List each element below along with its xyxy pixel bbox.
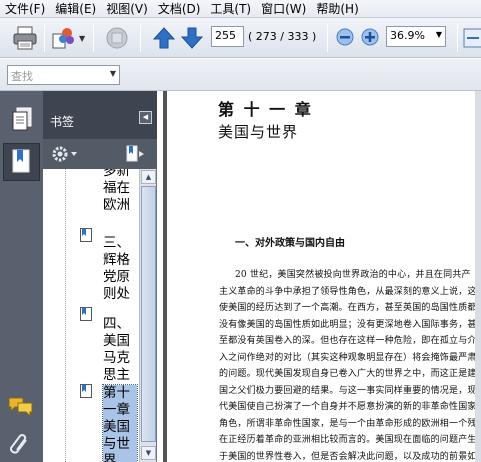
- paragraph-line: 国之父们极力要回避的结果。与这一事实同样重要的情况是，现: [219, 385, 477, 396]
- print-icon[interactable]: [12, 25, 38, 51]
- menu-view[interactable]: 视图(V): [101, 0, 153, 18]
- bookmark-label: 多新福在欧洲: [103, 169, 130, 213]
- main-toolbar: ▼ 255 ( 273 / 333 ) 36.9% ▼: [0, 18, 481, 58]
- bookmark-tree: 多新福在欧洲 三、辉格党原则处 四、美国马克思主 第十一章美国与世界: [43, 169, 139, 462]
- zoom-value: 36.9%: [390, 29, 425, 42]
- arrow-down-icon[interactable]: [180, 26, 204, 50]
- find-toolbar: 查找 ▼: [0, 59, 481, 91]
- bookmarks-tab[interactable]: [3, 143, 40, 181]
- collaborate-dropdown-icon[interactable]: ▼: [79, 34, 85, 43]
- chapter-subtitle: 美国与世界: [218, 123, 299, 141]
- paragraph-line: 的问题。现代美国发现自身已卷入广大的世界之中，而这正是建: [219, 369, 477, 379]
- paragraph-line: 角色，所谓非革命性国家，是与一个由革命形成的欧洲相一个残: [219, 418, 477, 429]
- paragraph-line: 主义革命的斗争中承担了领导性角色，从最深刻的意义上说，这: [219, 286, 477, 297]
- bookmark-label: 三、辉格党原则处: [103, 235, 130, 302]
- panel-toolbar: [43, 139, 157, 169]
- bookmark-label: 四、美国马克思主: [103, 316, 130, 383]
- paragraph-line: 在正经历着革命的亚洲相比较而言的。美国现在面临的问题产生: [219, 435, 477, 445]
- chevron-down-icon: ▼: [435, 30, 442, 39]
- section-heading: 一、对外政策与国内自由: [235, 238, 345, 249]
- scroll-down-button[interactable]: ▼: [141, 446, 156, 460]
- paragraph-line: 至都没有英国卷入的深。但也存在这样一种危险，即在孤立与介: [219, 336, 477, 346]
- zoom-select[interactable]: 36.9% ▼: [386, 26, 446, 47]
- tree-line: [65, 169, 66, 462]
- bookmark-icon: [80, 307, 92, 321]
- scroll-up-button[interactable]: ▲: [141, 170, 156, 184]
- page-shadow: [163, 91, 167, 462]
- bookmark-icon: [80, 228, 92, 242]
- panel-title: 书签: [50, 115, 75, 129]
- navigation-strip: [0, 91, 43, 462]
- menu-bar: 文件(F) 编辑(E) 视图(V) 文档(D) 工具(T) 窗口(W) 帮助(H…: [0, 0, 481, 18]
- bookmark-label: 第十一章美国与世界: [102, 384, 138, 462]
- comments-icon[interactable]: [6, 392, 37, 422]
- paragraph-line: 于美国的世界性卷入，但是否会解决此问题，以及成功的前景如: [219, 451, 477, 462]
- find-placeholder: 查找: [11, 70, 33, 83]
- collaborate-icon[interactable]: [50, 25, 76, 51]
- collapse-panel-button[interactable]: ◀: [139, 111, 152, 124]
- arrow-up-icon[interactable]: [152, 26, 176, 50]
- scroll-thumb[interactable]: [141, 186, 156, 442]
- menu-document[interactable]: 文档(D): [153, 0, 206, 18]
- bookmark-panel-icon: [12, 149, 30, 173]
- expand-bookmark-icon[interactable]: [125, 144, 147, 164]
- chapter-title: 第 十 一 章: [218, 100, 313, 119]
- paragraph-line: 20 世纪，美国突然被投向世界政治的中心，并且在同共产: [235, 270, 471, 280]
- find-input[interactable]: 查找 ▼: [7, 65, 120, 85]
- menu-help[interactable]: 帮助(H): [311, 0, 363, 18]
- menu-file[interactable]: 文件(F): [0, 0, 50, 18]
- paragraph-line: 使美国的经历达到了一个高潮。在西方，甚至英国的岛国性质都: [219, 303, 477, 313]
- fit-width-icon[interactable]: [463, 27, 481, 49]
- gear-icon[interactable]: [51, 145, 79, 163]
- bookmark-scrollbar[interactable]: ▲ ▼: [139, 169, 156, 462]
- review-icon: [106, 27, 128, 49]
- paragraph-line: 没有像美国的岛国性质如此明显；没有更深地卷入国际事务，甚: [219, 319, 477, 330]
- pages-icon[interactable]: [6, 105, 37, 135]
- page-count: ( 273 / 333 ): [248, 30, 317, 43]
- paperclip-icon[interactable]: [6, 432, 37, 462]
- document-view[interactable]: 第 十 一 章 美国与世界 一、对外政策与国内自由 20 世纪，美国突然被投向世…: [157, 91, 481, 462]
- paragraph-line: 代美国使自己扮演了一个自身并不愿意扮演的新的非革命性国家: [219, 402, 477, 412]
- zoom-out-icon[interactable]: [336, 28, 354, 46]
- panel-header: 书签 ◀: [43, 91, 157, 139]
- page-number-input[interactable]: 255: [211, 26, 244, 47]
- document-scrollbar[interactable]: [475, 91, 481, 462]
- chevron-down-icon: ▼: [109, 69, 116, 78]
- menu-tools[interactable]: 工具(T): [205, 0, 256, 18]
- menu-window[interactable]: 窗口(W): [256, 0, 311, 18]
- zoom-in-icon[interactable]: [361, 28, 379, 46]
- paragraph-line: 入之间作绝对的对比（其实这种观象明显存在）将会掩饰最严肃: [219, 352, 477, 363]
- bookmarks-panel: 书签 ◀ 多新福在欧洲 三、辉格党原则处 四、美国马克思主 第十一章美国与世界 …: [43, 91, 157, 462]
- bookmark-icon: [80, 384, 92, 398]
- menu-edit[interactable]: 编辑(E): [50, 0, 101, 18]
